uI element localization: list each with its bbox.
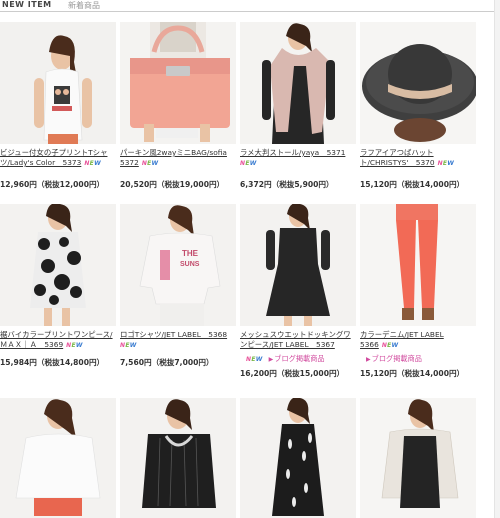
header-divider: [0, 11, 494, 12]
product-price: 20,520円（税抜19,000円）: [120, 180, 225, 189]
new-badge: NEW: [66, 342, 83, 349]
product-name-line1: ラフアイアつばハット: [360, 148, 434, 157]
product-name-line2: ＭＡＸ｜Ａ 5369: [0, 340, 64, 349]
product-price: 6,372円（税抜5,900円）: [240, 180, 334, 189]
new-badge: NEW: [120, 342, 137, 349]
section-title: NEW ITEM: [2, 0, 52, 9]
product-name-link[interactable]: ラフアイアつばハット ト/CHRISTYS' 5370 NEW: [360, 148, 484, 169]
product-name-link[interactable]: パーキン風2wayミニBAG/sofia 5372 NEW: [120, 148, 244, 169]
product-image[interactable]: THE SUNS: [120, 204, 236, 326]
product-name-link[interactable]: ビジュー付女の子プリントTシャ ツ/Lady's Color 5373 NEW: [0, 148, 124, 169]
section-subtitle: 新着商品: [68, 1, 100, 10]
product-name-line2: 5366: [360, 340, 379, 349]
product-image[interactable]: [240, 22, 356, 144]
product-name-line1: カラーデニム/JET LABEL: [360, 330, 444, 339]
product-badges: ▶ブログ掲載商品: [360, 354, 484, 365]
product-name-line1: ラメ大判ストール/yaya 5371: [240, 148, 346, 157]
new-badge: NEW: [437, 160, 455, 167]
product-image[interactable]: [360, 398, 476, 518]
product-name-line2: ンピース/JET LABEL 5367: [240, 340, 335, 349]
product-name-line1: ビジュー付女の子プリントTシャ: [0, 148, 108, 157]
arrow-right-icon: ▶: [268, 356, 274, 363]
product-image[interactable]: [120, 398, 236, 518]
section-header: NEW ITEM 新着商品: [0, 0, 500, 14]
product-image[interactable]: [0, 22, 116, 144]
product-image[interactable]: [120, 22, 236, 144]
new-badge: NEW: [141, 160, 159, 167]
blog-featured-label[interactable]: ▶ブログ掲載商品: [366, 354, 422, 365]
blog-featured-label[interactable]: ▶ブログ掲載商品: [269, 354, 325, 365]
new-badge: NEW: [381, 342, 399, 349]
product-name-line1: ロゴTシャツ/JET LABEL 5368: [120, 330, 228, 339]
product-badges: NEW ▶ブログ掲載商品: [240, 354, 364, 365]
product-name-line2: ツ/Lady's Color 5373: [0, 158, 82, 167]
scrollbar[interactable]: [494, 0, 500, 518]
new-badge: NEW: [84, 160, 101, 167]
product-name-link[interactable]: カラーデニム/JET LABEL 5366 NEW: [360, 330, 484, 351]
product-name-line1: メッシュスウエットドッキングワ: [240, 330, 351, 339]
product-price: 15,120円（税抜14,000円）: [360, 369, 465, 378]
product-image[interactable]: [0, 204, 116, 326]
product-image[interactable]: [240, 204, 356, 326]
product-image[interactable]: [0, 398, 116, 518]
product-price: 12,960円（税抜12,000円）: [0, 180, 105, 189]
svg-text:SUNS: SUNS: [180, 261, 200, 268]
product-image[interactable]: [360, 22, 476, 144]
svg-text:THE: THE: [182, 249, 199, 258]
product-price: 16,200円（税抜15,000円）: [240, 369, 345, 378]
product-name-link[interactable]: メッシュスウエットドッキングワ ンピース/JET LABEL 5367: [240, 330, 364, 350]
new-badge: NEW: [240, 160, 257, 167]
product-image[interactable]: [360, 204, 476, 326]
product-name-link[interactable]: ラメ大判ストール/yaya 5371 NEW: [240, 148, 364, 169]
arrow-right-icon: ▶: [366, 356, 371, 363]
product-name-line1: パーキン風2wayミニBAG/sofia: [120, 148, 227, 157]
product-price: 15,120円（税抜14,000円）: [360, 180, 465, 189]
product-price: 7,560円（税抜7,000円）: [120, 358, 214, 367]
product-name-line1: 裾バイカラープリントワンピース/: [0, 330, 113, 339]
product-price: 15,984円（税抜14,800円）: [0, 358, 105, 367]
product-name-line2: 5372: [120, 158, 139, 167]
product-name-link[interactable]: ロゴTシャツ/JET LABEL 5368 NEW: [120, 330, 244, 351]
new-badge: NEW: [246, 356, 263, 363]
product-image[interactable]: [240, 398, 356, 518]
product-name-line2: ト/CHRISTYS' 5370: [360, 158, 435, 167]
product-name-link[interactable]: 裾バイカラープリントワンピース/ ＭＡＸ｜Ａ 5369 NEW: [0, 330, 124, 351]
